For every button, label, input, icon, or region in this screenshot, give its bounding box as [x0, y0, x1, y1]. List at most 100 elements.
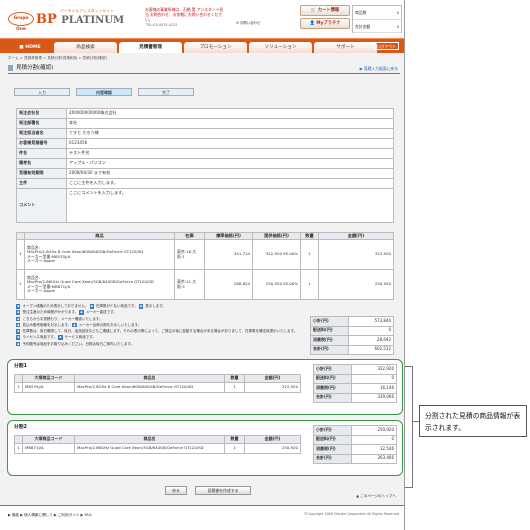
product-cell: 商品名: MacPro/2.8GHz 8 Core Xeon/6GB/640GB/… — [24, 239, 175, 270]
page-top-link[interactable]: ▲ このページのトップへ — [356, 494, 396, 498]
col-header: 大塚商品コード — [22, 435, 75, 444]
quantity: 1 — [224, 382, 245, 393]
total-value: 28,692 — [348, 335, 394, 346]
legend-badge-icon: ◆ — [16, 341, 21, 347]
annotation-callout: 分割された見積の商品情報が表示されます。 — [419, 405, 527, 437]
total-label: 小計(円) — [313, 425, 352, 436]
col-header: 金額(円) — [318, 232, 394, 240]
info-value: 本社 — [66, 118, 394, 129]
legend-text: サービス商品です。 — [64, 335, 96, 340]
legend-text: メーカー直送です。 — [85, 310, 117, 315]
offer-price: 322,920 95.00% — [252, 239, 301, 270]
division-totals-table: 小計(円) 322,920 配送料(円) 0 消費税(円) 16,146 合計(円) 3… — [313, 364, 397, 403]
tab-product-search[interactable]: 商品検索 — [54, 42, 117, 53]
division-title: 分割2 — [14, 425, 27, 430]
page-top-label: このページのトップへ — [360, 494, 396, 498]
info-label: 発注部署名 — [16, 118, 67, 129]
legend-badge-icon: ◆ — [89, 304, 95, 309]
info-label: お客様見積番号 — [16, 138, 67, 149]
cart-count-label: 商品数 — [355, 10, 367, 15]
legend-text: オープン価格のため表示しておりません。 — [22, 304, 89, 308]
legend-badge-icon: ◆ — [16, 322, 21, 328]
tab-support[interactable]: サポート — [314, 42, 377, 53]
footer-links[interactable]: ▶ 機能 ▶ 個人情報に関して ▶ ご利用ガイド ▶ FAQ — [8, 513, 91, 517]
total-row: 合計(円) 339,066 — [313, 392, 397, 403]
logout-button[interactable]: ログアウト — [374, 42, 399, 50]
arrow-icon: ▶ — [359, 66, 363, 71]
user-icon: 👤 — [309, 21, 315, 26]
platinum-logo[interactable]: BP PLATINUM — [36, 13, 125, 27]
total-row: 配送料(円) 0 — [310, 325, 394, 336]
copyright: ©Copyright 2009 Otsuka Corporation All R… — [304, 512, 399, 516]
info-row: 見積有効期限 2008/04/30 まで有効 — [16, 168, 394, 179]
table-row: 1 商品名: MacPro/2.8GHz 8 Core Xeon/6GB/640G… — [16, 239, 394, 270]
legend-badge-icon: ◆ — [79, 310, 84, 315]
info-label: 件名 — [16, 148, 67, 159]
legend-badge-icon: ◆ — [16, 316, 21, 322]
col-header — [14, 435, 23, 444]
legend-badge-icon: ◆ — [16, 329, 21, 334]
cart-summary: 商品数 0 合計金額 0 — [352, 5, 402, 33]
info-row: 主件 ここに主件を入力します。 — [16, 178, 394, 189]
total-value: 573,840 — [348, 316, 394, 327]
info-value: ここにコメントを入力します。 — [66, 188, 394, 223]
col-header: 商品名 — [74, 435, 225, 444]
cart-total-value: 0 — [396, 23, 399, 29]
total-value: 263,466 — [351, 453, 397, 464]
inquiry-link[interactable]: ✉ お問い合わせ — [236, 21, 260, 26]
step-input: 入力 — [14, 88, 70, 96]
company-logo[interactable]: Grupo One — [8, 12, 34, 32]
legend-text: 受注生産のため時間がかかります。 — [22, 310, 79, 315]
cart-button-label: カート情報 — [317, 8, 340, 13]
logo-platinum-text: PLATINUM — [61, 15, 125, 26]
legend-text: 表示します。 — [145, 304, 166, 308]
stock-cell: 東京:21 大阪:5 — [174, 269, 205, 300]
total-row: 消費税(円) 16,146 — [313, 383, 397, 394]
tab-quote-management[interactable]: 見積書管理 — [119, 42, 182, 53]
myplatina-button[interactable]: 👤 Myプラチナ — [300, 18, 350, 29]
legend-badge-icon: ◆ — [138, 304, 144, 309]
info-value: テスト件名 — [66, 148, 394, 159]
legend-badge-icon: ◆ — [16, 310, 21, 315]
back-button[interactable]: 戻る — [165, 486, 187, 495]
info-value: 200000000000株式会社 — [66, 108, 394, 119]
total-value: 12,546 — [351, 444, 397, 455]
total-row: 小計(円) 322,920 — [313, 364, 397, 375]
total-row: 小計(円) 573,840 — [310, 316, 394, 327]
amount: 250,920 — [318, 269, 394, 300]
tab-home-label: HOME — [25, 45, 41, 50]
tab-solution[interactable]: ソリューション — [249, 42, 312, 53]
create-quote-button[interactable]: 見積書を作成する — [195, 486, 251, 495]
info-value: 0123456 — [66, 138, 394, 149]
callout-bracket — [405, 366, 413, 488]
total-value: 0 — [351, 434, 397, 445]
tab-home[interactable]: ■ HOME — [8, 42, 52, 53]
product-name: MacPro/2.66GHz Quad Core Xeon/3GB/640GB/… — [74, 443, 225, 454]
total-value: 602,532 — [348, 344, 394, 355]
total-label: 配送料(円) — [313, 373, 352, 384]
col-header: 在庫 — [174, 232, 205, 240]
total-label: 配送料(円) — [313, 434, 352, 445]
tab-promotion[interactable]: プロモーション — [184, 42, 247, 53]
list-price: 268,824 — [204, 269, 253, 300]
info-label: コメント — [16, 188, 67, 223]
division-items-table: 大塚商品コード 商品名 数量 金額(円) 1 MB535J/A MacPro/2… — [14, 374, 301, 393]
quantity: 1 — [224, 443, 245, 454]
product-cell: 商品名: MacPro/2.66GHz Quad Core Xeon/3GB/64… — [24, 269, 175, 300]
table-row: 1 MB535J/A MacPro/2.8GHz 8 Core Xeon/6GB… — [14, 382, 301, 393]
back-to-input-link[interactable]: ▶ 見積入力画面に戻る — [360, 64, 398, 73]
cart-button[interactable]: 🛒 カート情報 — [300, 5, 350, 16]
total-row: 消費税(円) 12,546 — [313, 444, 397, 455]
table-row: 2 商品名: MacPro/2.66GHz Quad Core Xeon/3GB/… — [16, 269, 394, 300]
col-header: 数量 — [300, 232, 319, 240]
legend-text: 予約販売は商品をお取り込みください。日程は後日ご案内いたします。 — [22, 341, 135, 346]
list-price: 341,714 — [204, 239, 253, 270]
product-maker: メーカー:Apple — [27, 257, 55, 263]
col-header: 大塚商品コード — [22, 374, 75, 383]
legend-notes: ◆ オープン価格のため表示しておりません。 ◆ 在庫数が少ない商品です。 ◆ 表示しま… — [16, 303, 306, 347]
col-header: 数量 — [224, 435, 245, 444]
assistant-notice: お客様の事業所様は、石橋 実 アシスタント担当 お問合わせ、お気軽にお問い合わせ… — [145, 7, 224, 22]
quote-items-table: 商品 在庫 標準価格(円) 提供価格(円) 数量 金額(円) 1 商品名: Mac… — [16, 232, 394, 300]
grand-totals-table: 小計(円) 573,840 配送料(円) 0 消費税(円) 28,692 合計(円) 6… — [310, 316, 394, 355]
info-label: 発注担当者名 — [16, 128, 67, 139]
